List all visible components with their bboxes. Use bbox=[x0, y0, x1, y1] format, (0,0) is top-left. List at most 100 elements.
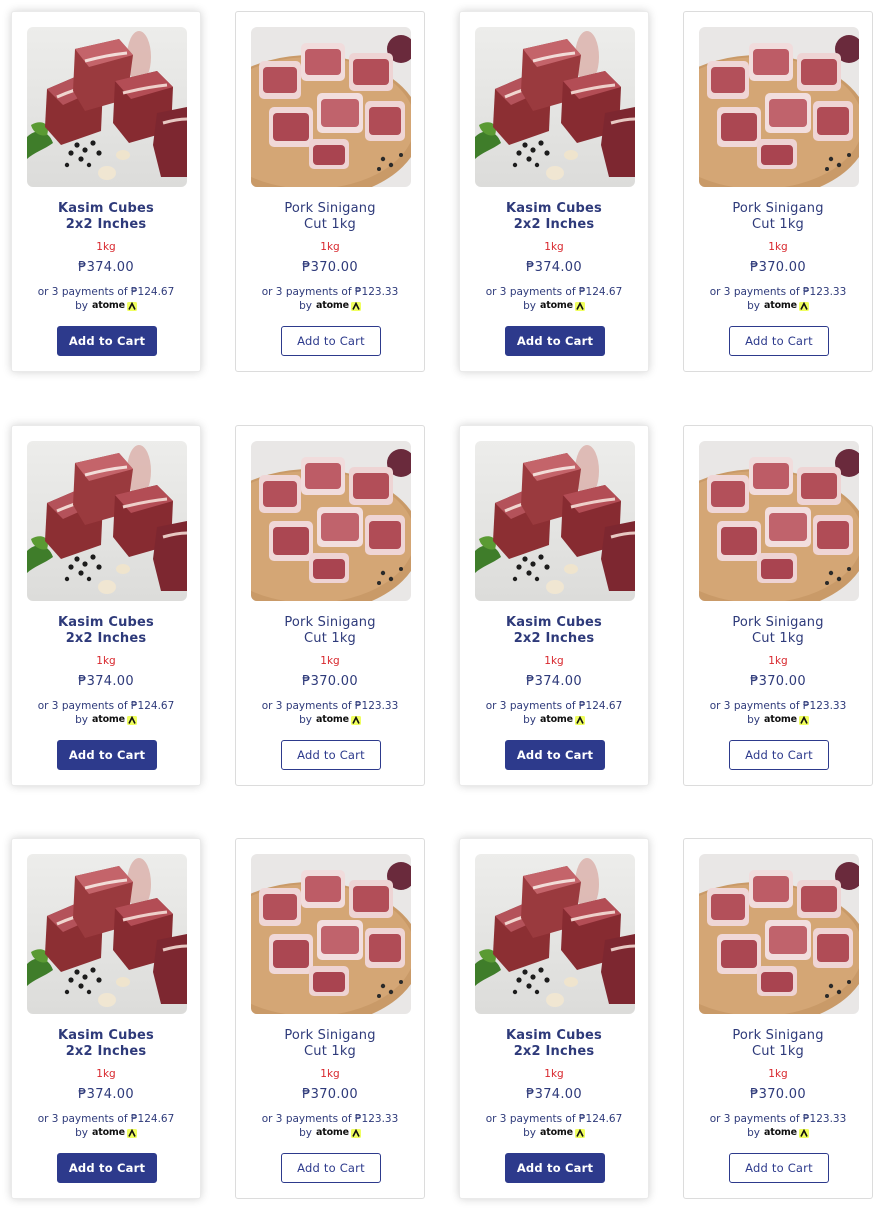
add-to-cart-button[interactable]: Add to Cart bbox=[281, 740, 381, 770]
product-weight: 1kg bbox=[320, 1068, 340, 1080]
product-price: ₱370.00 bbox=[750, 1087, 806, 1102]
add-to-cart-button[interactable]: Add to Cart bbox=[729, 326, 829, 356]
add-to-cart-button[interactable]: Add to Cart bbox=[505, 326, 605, 356]
product-weight: 1kg bbox=[768, 655, 788, 667]
product-card-kasim[interactable]: Kasim Cubes 2x2 Inches 1kg ₱374.00 or 3 … bbox=[459, 425, 649, 786]
add-to-cart-button[interactable]: Add to Cart bbox=[729, 740, 829, 770]
atome-wordmark: atome bbox=[764, 714, 797, 725]
product-card-sinigang[interactable]: Pork Sinigang Cut 1kg 1kg ₱370.00 or 3 p… bbox=[235, 838, 425, 1199]
atome-mark-icon bbox=[798, 715, 809, 725]
product-title[interactable]: Kasim Cubes 2x2 Inches bbox=[466, 1028, 642, 1060]
product-title-line2: Cut 1kg bbox=[752, 1044, 804, 1059]
product-price: ₱374.00 bbox=[78, 1087, 134, 1102]
atome-wordmark: atome bbox=[316, 300, 349, 311]
product-title-line2: 2x2 Inches bbox=[513, 1044, 595, 1059]
product-image[interactable] bbox=[475, 27, 635, 187]
installment-provider: by atome bbox=[684, 299, 872, 313]
atome-logo: atome bbox=[540, 299, 585, 313]
atome-logo: atome bbox=[316, 299, 361, 313]
atome-logo: atome bbox=[316, 713, 361, 727]
product-title[interactable]: Kasim Cubes 2x2 Inches bbox=[466, 615, 642, 647]
installment-provider: by atome bbox=[236, 713, 424, 727]
product-card-kasim[interactable]: Kasim Cubes 2x2 Inches 1kg ₱374.00 or 3 … bbox=[459, 838, 649, 1199]
by-label: by bbox=[747, 300, 761, 312]
product-card-sinigang[interactable]: Pork Sinigang Cut 1kg 1kg ₱370.00 or 3 p… bbox=[235, 425, 425, 786]
product-title-line2: 2x2 Inches bbox=[65, 631, 147, 646]
product-weight: 1kg bbox=[320, 655, 340, 667]
installment-text: or 3 payments of ₱124.67 bbox=[485, 286, 623, 298]
product-price: ₱370.00 bbox=[750, 260, 806, 275]
by-label: by bbox=[299, 714, 313, 726]
by-label: by bbox=[299, 300, 313, 312]
product-title[interactable]: Kasim Cubes 2x2 Inches bbox=[18, 1028, 194, 1060]
installment-provider: by atome bbox=[460, 713, 648, 727]
product-card-kasim[interactable]: Kasim Cubes 2x2 Inches 1kg ₱374.00 or 3 … bbox=[459, 11, 649, 372]
product-weight: 1kg bbox=[320, 241, 340, 253]
product-title-line1: Pork Sinigang bbox=[732, 1028, 824, 1043]
product-card-sinigang[interactable]: Pork Sinigang Cut 1kg 1kg ₱370.00 or 3 p… bbox=[683, 11, 873, 372]
product-weight: 1kg bbox=[768, 241, 788, 253]
product-card-kasim[interactable]: Kasim Cubes 2x2 Inches 1kg ₱374.00 or 3 … bbox=[11, 425, 201, 786]
installment-provider: by atome bbox=[12, 713, 200, 727]
product-image[interactable] bbox=[699, 27, 859, 187]
add-to-cart-button[interactable]: Add to Cart bbox=[57, 740, 157, 770]
product-card-kasim[interactable]: Kasim Cubes 2x2 Inches 1kg ₱374.00 or 3 … bbox=[11, 11, 201, 372]
product-title-line2: Cut 1kg bbox=[752, 631, 804, 646]
add-to-cart-button[interactable]: Add to Cart bbox=[281, 1153, 381, 1183]
product-title[interactable]: Pork Sinigang Cut 1kg bbox=[690, 1028, 866, 1060]
product-image[interactable] bbox=[699, 854, 859, 1014]
product-title[interactable]: Pork Sinigang Cut 1kg bbox=[242, 615, 418, 647]
product-card-sinigang[interactable]: Pork Sinigang Cut 1kg 1kg ₱370.00 or 3 p… bbox=[235, 11, 425, 372]
add-to-cart-button[interactable]: Add to Cart bbox=[281, 326, 381, 356]
product-image[interactable] bbox=[251, 854, 411, 1014]
product-price: ₱374.00 bbox=[78, 260, 134, 275]
add-to-cart-button[interactable]: Add to Cart bbox=[505, 740, 605, 770]
by-label: by bbox=[747, 714, 761, 726]
product-image[interactable] bbox=[251, 441, 411, 601]
product-card-sinigang[interactable]: Pork Sinigang Cut 1kg 1kg ₱370.00 or 3 p… bbox=[683, 425, 873, 786]
atome-mark-icon bbox=[350, 715, 361, 725]
product-image[interactable] bbox=[699, 441, 859, 601]
atome-wordmark: atome bbox=[92, 714, 125, 725]
product-image[interactable] bbox=[27, 441, 187, 601]
atome-logo: atome bbox=[92, 299, 137, 313]
atome-mark-icon bbox=[350, 301, 361, 311]
product-title[interactable]: Pork Sinigang Cut 1kg bbox=[242, 1028, 418, 1060]
product-image[interactable] bbox=[27, 27, 187, 187]
product-title[interactable]: Pork Sinigang Cut 1kg bbox=[242, 201, 418, 233]
product-image[interactable] bbox=[475, 854, 635, 1014]
product-title[interactable]: Kasim Cubes 2x2 Inches bbox=[18, 201, 194, 233]
installment-text: or 3 payments of ₱123.33 bbox=[261, 1113, 399, 1125]
product-price: ₱370.00 bbox=[302, 1087, 358, 1102]
product-image[interactable] bbox=[27, 854, 187, 1014]
product-title-line1: Kasim Cubes bbox=[58, 615, 154, 630]
add-to-cart-button[interactable]: Add to Cart bbox=[57, 1153, 157, 1183]
product-title-line1: Pork Sinigang bbox=[284, 201, 376, 216]
product-weight: 1kg bbox=[96, 241, 116, 253]
product-title[interactable]: Pork Sinigang Cut 1kg bbox=[690, 615, 866, 647]
product-weight: 1kg bbox=[544, 1068, 564, 1080]
product-title[interactable]: Kasim Cubes 2x2 Inches bbox=[18, 615, 194, 647]
product-title[interactable]: Kasim Cubes 2x2 Inches bbox=[466, 201, 642, 233]
product-title[interactable]: Pork Sinigang Cut 1kg bbox=[690, 201, 866, 233]
product-title-line1: Kasim Cubes bbox=[58, 1028, 154, 1043]
atome-mark-icon bbox=[574, 1128, 585, 1138]
product-price: ₱374.00 bbox=[526, 260, 582, 275]
installment-provider: by atome bbox=[236, 299, 424, 313]
add-to-cart-button[interactable]: Add to Cart bbox=[505, 1153, 605, 1183]
product-title-line2: Cut 1kg bbox=[304, 217, 356, 232]
product-title-line2: 2x2 Inches bbox=[513, 631, 595, 646]
product-card-kasim[interactable]: Kasim Cubes 2x2 Inches 1kg ₱374.00 or 3 … bbox=[11, 838, 201, 1199]
add-to-cart-button[interactable]: Add to Cart bbox=[729, 1153, 829, 1183]
product-title-line2: Cut 1kg bbox=[304, 1044, 356, 1059]
installment-text: or 3 payments of ₱123.33 bbox=[709, 700, 847, 712]
atome-logo: atome bbox=[540, 1126, 585, 1140]
product-image[interactable] bbox=[251, 27, 411, 187]
add-to-cart-button[interactable]: Add to Cart bbox=[57, 326, 157, 356]
by-label: by bbox=[75, 1127, 89, 1139]
atome-logo: atome bbox=[92, 713, 137, 727]
product-card-sinigang[interactable]: Pork Sinigang Cut 1kg 1kg ₱370.00 or 3 p… bbox=[683, 838, 873, 1199]
product-title-line1: Kasim Cubes bbox=[506, 201, 602, 216]
product-image[interactable] bbox=[475, 441, 635, 601]
installment-text: or 3 payments of ₱123.33 bbox=[709, 1113, 847, 1125]
